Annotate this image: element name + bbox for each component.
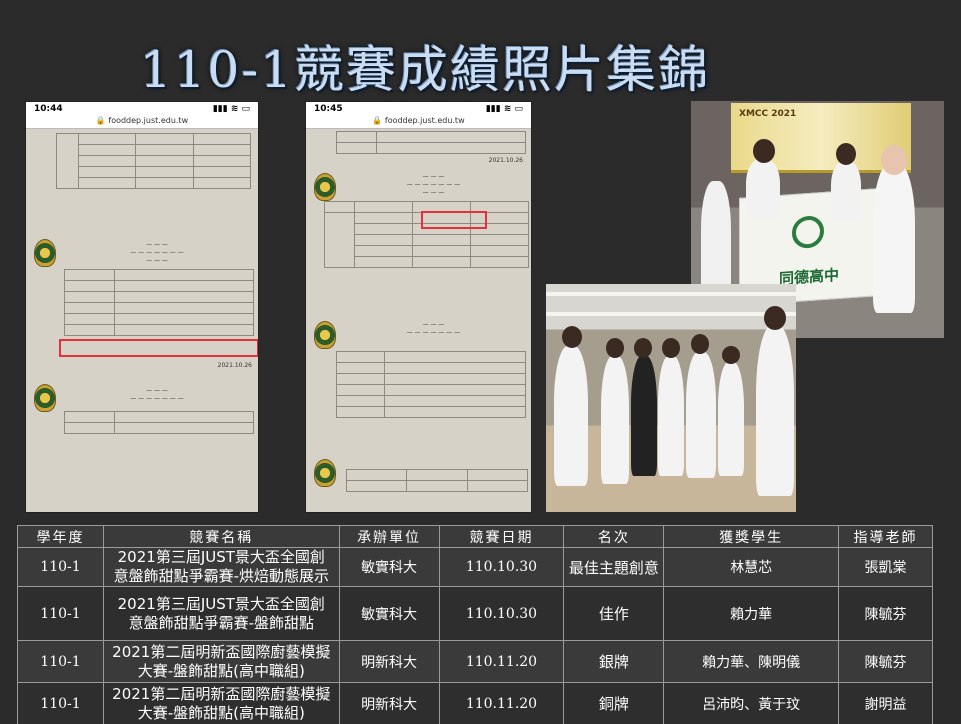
person bbox=[756, 326, 794, 496]
school-seal-icon bbox=[314, 459, 336, 487]
cell-rank: 最佳主題創意 bbox=[563, 547, 665, 587]
cell-competition: 2021第二屆明新盃國際廚藝模擬 大賽-盤飾甜點(高中職組) bbox=[102, 682, 340, 724]
cell-date: 110.10.30 bbox=[438, 586, 565, 641]
highlight-box bbox=[421, 211, 487, 229]
person bbox=[554, 346, 588, 486]
doc-date: 2021.10.26 bbox=[488, 157, 523, 164]
person bbox=[873, 163, 915, 313]
cell-rank: 佳作 bbox=[563, 586, 665, 641]
flag-emblem-icon bbox=[792, 214, 824, 250]
doc-table-bottom bbox=[64, 411, 254, 434]
cell-students: 呂沛昀、黃于玟 bbox=[663, 682, 840, 724]
doc-date: 2021.10.26 bbox=[217, 362, 252, 369]
cell-year: 110-1 bbox=[17, 547, 104, 587]
cell-rank: 銀牌 bbox=[563, 640, 665, 683]
doc-table-top bbox=[56, 133, 252, 189]
doc-table-top bbox=[336, 131, 526, 154]
cell-students: 賴力華、陳明儀 bbox=[663, 640, 840, 683]
phone-screenshot-left: 10:44 ▮▮▮ ≋ ▭ 🔒 fooddep.just.edu.tw — — … bbox=[25, 101, 259, 513]
header-date: 競賽日期 bbox=[438, 525, 565, 548]
school-seal-icon bbox=[314, 173, 336, 201]
doc-table-main bbox=[64, 269, 254, 336]
table-row: 110-1 2021第二屆明新盃國際廚藝模擬 大賽-盤飾甜點(高中職組) 明新科大… bbox=[17, 682, 933, 724]
page-title: 110-1競賽成績照片集錦 bbox=[139, 41, 711, 99]
doc-table-lower bbox=[336, 351, 526, 418]
doc-table-bottom bbox=[345, 469, 529, 492]
signal-icon: ▮▮▮ ≋ ▭ bbox=[212, 104, 250, 114]
cell-teacher: 陳毓芬 bbox=[838, 586, 933, 641]
url-text: fooddep.just.edu.tw bbox=[384, 116, 465, 125]
url-text: fooddep.just.edu.tw bbox=[108, 116, 189, 125]
person bbox=[746, 159, 780, 219]
table-header-row: 學年度 競賽名稱 承辦單位 競賽日期 名次 獲獎學生 指導老師 bbox=[17, 525, 933, 548]
doc-header: — — — — — — — — — — — — — bbox=[406, 173, 461, 196]
status-bar: 10:45 ▮▮▮ ≋ ▭ bbox=[306, 102, 531, 116]
phone-screenshot-mid: 10:45 ▮▮▮ ≋ ▭ 🔒 fooddep.just.edu.tw 2021… bbox=[305, 101, 532, 513]
cell-students: 林慧芯 bbox=[663, 547, 840, 587]
url-bar: 🔒 fooddep.just.edu.tw bbox=[26, 116, 258, 128]
cell-year: 110-1 bbox=[17, 586, 104, 641]
cell-organizer: 明新科大 bbox=[338, 682, 440, 724]
cell-rank: 銅牌 bbox=[563, 682, 665, 724]
status-bar: 10:44 ▮▮▮ ≋ ▭ bbox=[26, 102, 258, 116]
cell-organizer: 敏實科大 bbox=[338, 547, 440, 587]
header-competition: 競賽名稱 bbox=[102, 525, 340, 548]
cell-teacher: 謝明益 bbox=[838, 682, 933, 724]
person bbox=[701, 181, 731, 301]
results-document: — — — — — — — — — — — — — 2021.10.26 — — —… bbox=[26, 128, 258, 512]
cell-students: 賴力華 bbox=[663, 586, 840, 641]
banner-text: XMCC 2021 bbox=[739, 109, 797, 119]
header-rank: 名次 bbox=[563, 525, 665, 548]
school-seal-icon bbox=[34, 239, 56, 267]
photo-group-on-stage bbox=[546, 284, 796, 512]
header-students: 獲獎學生 bbox=[663, 525, 840, 548]
cell-competition: 2021第二屆明新盃國際廚藝模擬 大賽-盤飾甜點(高中職組) bbox=[102, 640, 340, 683]
status-time: 10:44 bbox=[34, 104, 63, 114]
cell-year: 110-1 bbox=[17, 682, 104, 724]
table-row: 110-1 2021第三屆JUST景大盃全國創 意盤飾甜點爭霸賽-烘焙動態展示 敏… bbox=[17, 547, 933, 587]
header-year: 學年度 bbox=[17, 525, 104, 548]
school-seal-icon bbox=[34, 384, 56, 412]
results-document: 2021.10.26 — — — — — — — — — — — — — — — —… bbox=[306, 128, 531, 512]
header-organizer: 承辦單位 bbox=[338, 525, 440, 548]
cell-date: 110.10.30 bbox=[438, 547, 565, 587]
person bbox=[631, 356, 657, 476]
cell-date: 110.11.20 bbox=[438, 640, 565, 683]
cell-teacher: 陳毓芬 bbox=[838, 640, 933, 683]
person bbox=[601, 356, 629, 484]
table-row: 110-1 2021第二屆明新盃國際廚藝模擬 大賽-盤飾甜點(高中職組) 明新科大… bbox=[17, 640, 933, 683]
status-time: 10:45 bbox=[314, 104, 343, 114]
person bbox=[831, 161, 861, 221]
ceiling-light bbox=[546, 292, 796, 296]
cell-teacher: 張凱棠 bbox=[838, 547, 933, 587]
signal-icon: ▮▮▮ ≋ ▭ bbox=[485, 104, 523, 114]
person bbox=[686, 352, 716, 478]
cell-competition: 2021第三屆JUST景大盃全國創 意盤飾甜點爭霸賽-盤飾甜點 bbox=[102, 586, 340, 641]
results-table: 學年度 競賽名稱 承辦單位 競賽日期 名次 獲獎學生 指導老師 110-1 20… bbox=[17, 525, 933, 724]
ceiling-light bbox=[546, 312, 796, 316]
header-teacher: 指導老師 bbox=[838, 525, 933, 548]
cell-organizer: 明新科大 bbox=[338, 640, 440, 683]
cell-date: 110.11.20 bbox=[438, 682, 565, 724]
person bbox=[718, 362, 744, 476]
cell-year: 110-1 bbox=[17, 640, 104, 683]
doc-header: — — — — — — — — — — bbox=[406, 321, 461, 336]
person bbox=[658, 356, 684, 476]
doc-header: — — — — — — — — — — bbox=[130, 387, 184, 402]
table-row: 110-1 2021第三屆JUST景大盃全國創 意盤飾甜點爭霸賽-盤飾甜點 敏實科… bbox=[17, 586, 933, 641]
highlight-box bbox=[59, 339, 258, 357]
url-bar: 🔒 fooddep.just.edu.tw bbox=[306, 116, 531, 128]
cell-organizer: 敏實科大 bbox=[338, 586, 440, 641]
school-seal-icon bbox=[314, 321, 336, 349]
cell-competition: 2021第三屆JUST景大盃全國創 意盤飾甜點爭霸賽-烘焙動態展示 bbox=[102, 547, 340, 587]
doc-header: — — — — — — — — — — — — — bbox=[130, 241, 184, 264]
